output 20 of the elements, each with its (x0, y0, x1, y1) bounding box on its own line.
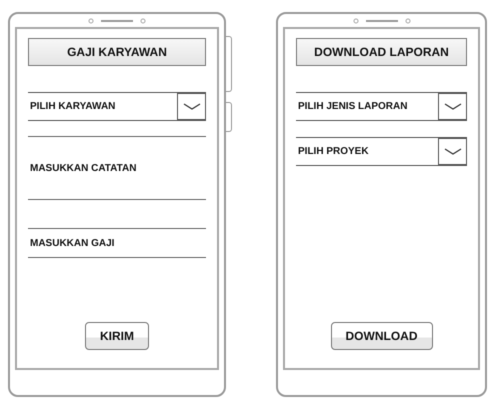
chevron-down-icon (444, 103, 462, 110)
dropdown[interactable]: PILIH JENIS LAPORAN (296, 92, 467, 121)
submit-button[interactable]: KIRIM (85, 322, 149, 350)
chevron-down-icon (444, 148, 462, 155)
earpiece-drawing (87, 16, 147, 24)
dropdown[interactable]: PILIH KARYAWAN (28, 92, 206, 121)
dropdown-label: PILIH PROYEK (298, 146, 369, 157)
screen-title: GAJI KARYAWAN (28, 38, 206, 66)
screen-title: DOWNLOAD LAPORAN (296, 38, 467, 66)
submit-button[interactable]: DOWNLOAD (330, 322, 432, 350)
dropdown-label: PILIH JENIS LAPORAN (298, 101, 408, 112)
earpiece-drawing (352, 16, 412, 24)
dropdown-label: PILIH KARYAWAN (30, 101, 116, 112)
chevron-down-icon (182, 103, 200, 110)
dropdown-button[interactable] (438, 138, 467, 165)
dropdown[interactable]: PILIH PROYEK (296, 137, 467, 166)
input-field[interactable]: MASUKKAN CATATAN (28, 136, 206, 200)
input-field[interactable]: MASUKKAN GAJI (28, 228, 206, 258)
dropdown-button[interactable] (177, 93, 206, 120)
dropdown-button[interactable] (438, 93, 467, 120)
